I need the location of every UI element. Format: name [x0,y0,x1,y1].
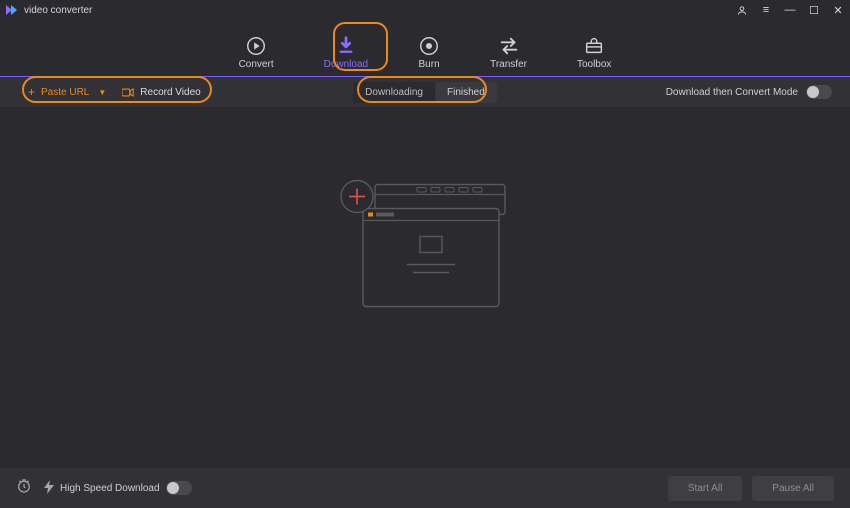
burn-icon [418,35,440,57]
tab-convert[interactable]: Convert [231,31,282,76]
app-title: video converter [24,5,92,16]
toolbox-icon [583,35,605,57]
close-button[interactable]: ✕ [832,4,844,17]
high-speed-label: High Speed Download [60,483,160,494]
paste-url-label: Paste URL [41,87,89,98]
high-speed-toggle[interactable] [166,481,192,495]
bolt-icon [44,480,54,497]
play-logo-icon [6,5,20,15]
title-bar: video converter ≡ — ☐ ✕ [0,0,850,20]
tab-label: Download [324,59,368,70]
footer-buttons: Start All Pause All [668,476,834,501]
tab-label: Burn [419,59,440,70]
maximize-button[interactable]: ☐ [808,4,820,17]
download-toolbar: + Paste URL ▼ Record Video Downloading F… [0,77,850,107]
chevron-down-icon: ▼ [98,88,106,97]
download-status-segments: Downloading Finished [353,82,497,103]
convert-mode-toggle[interactable] [806,85,832,99]
download-icon [335,35,357,57]
segment-downloading[interactable]: Downloading [353,82,435,103]
tab-download[interactable]: Download [316,31,376,76]
app-window: video converter ≡ — ☐ ✕ Convert Download [0,0,850,508]
pause-all-button[interactable]: Pause All [752,476,834,501]
start-all-button[interactable]: Start All [668,476,742,501]
toolbar-right-group: Download then Convert Mode [666,85,832,99]
empty-placeholder [325,179,525,324]
user-icon[interactable] [736,5,748,16]
tab-label: Toolbox [577,59,611,70]
minimize-button[interactable]: — [784,4,796,16]
segment-finished[interactable]: Finished [435,82,497,103]
transfer-icon [498,35,520,57]
paste-url-button[interactable]: + Paste URL ▼ [28,85,106,99]
tab-transfer[interactable]: Transfer [482,31,535,76]
convert-icon [245,35,267,57]
tab-label: Convert [239,59,274,70]
record-video-label: Record Video [140,87,200,98]
app-logo: video converter [6,5,92,16]
tab-toolbox[interactable]: Toolbox [569,31,619,76]
plus-icon: + [28,85,35,99]
convert-mode-label: Download then Convert Mode [666,87,798,98]
download-empty-area[interactable] [0,107,850,468]
camera-icon [122,88,134,97]
menu-icon[interactable]: ≡ [760,4,772,16]
high-speed-download: High Speed Download [44,480,192,497]
schedule-icon[interactable] [16,478,32,499]
toolbar-left-group: + Paste URL ▼ Record Video [28,85,201,99]
tab-label: Transfer [490,59,527,70]
window-controls: ≡ — ☐ ✕ [736,4,844,17]
main-tab-bar: Convert Download Burn Transfer Toolbox [0,20,850,76]
record-video-button[interactable]: Record Video [122,87,200,98]
tab-burn[interactable]: Burn [410,31,448,76]
footer-bar: High Speed Download Start All Pause All [0,468,850,508]
